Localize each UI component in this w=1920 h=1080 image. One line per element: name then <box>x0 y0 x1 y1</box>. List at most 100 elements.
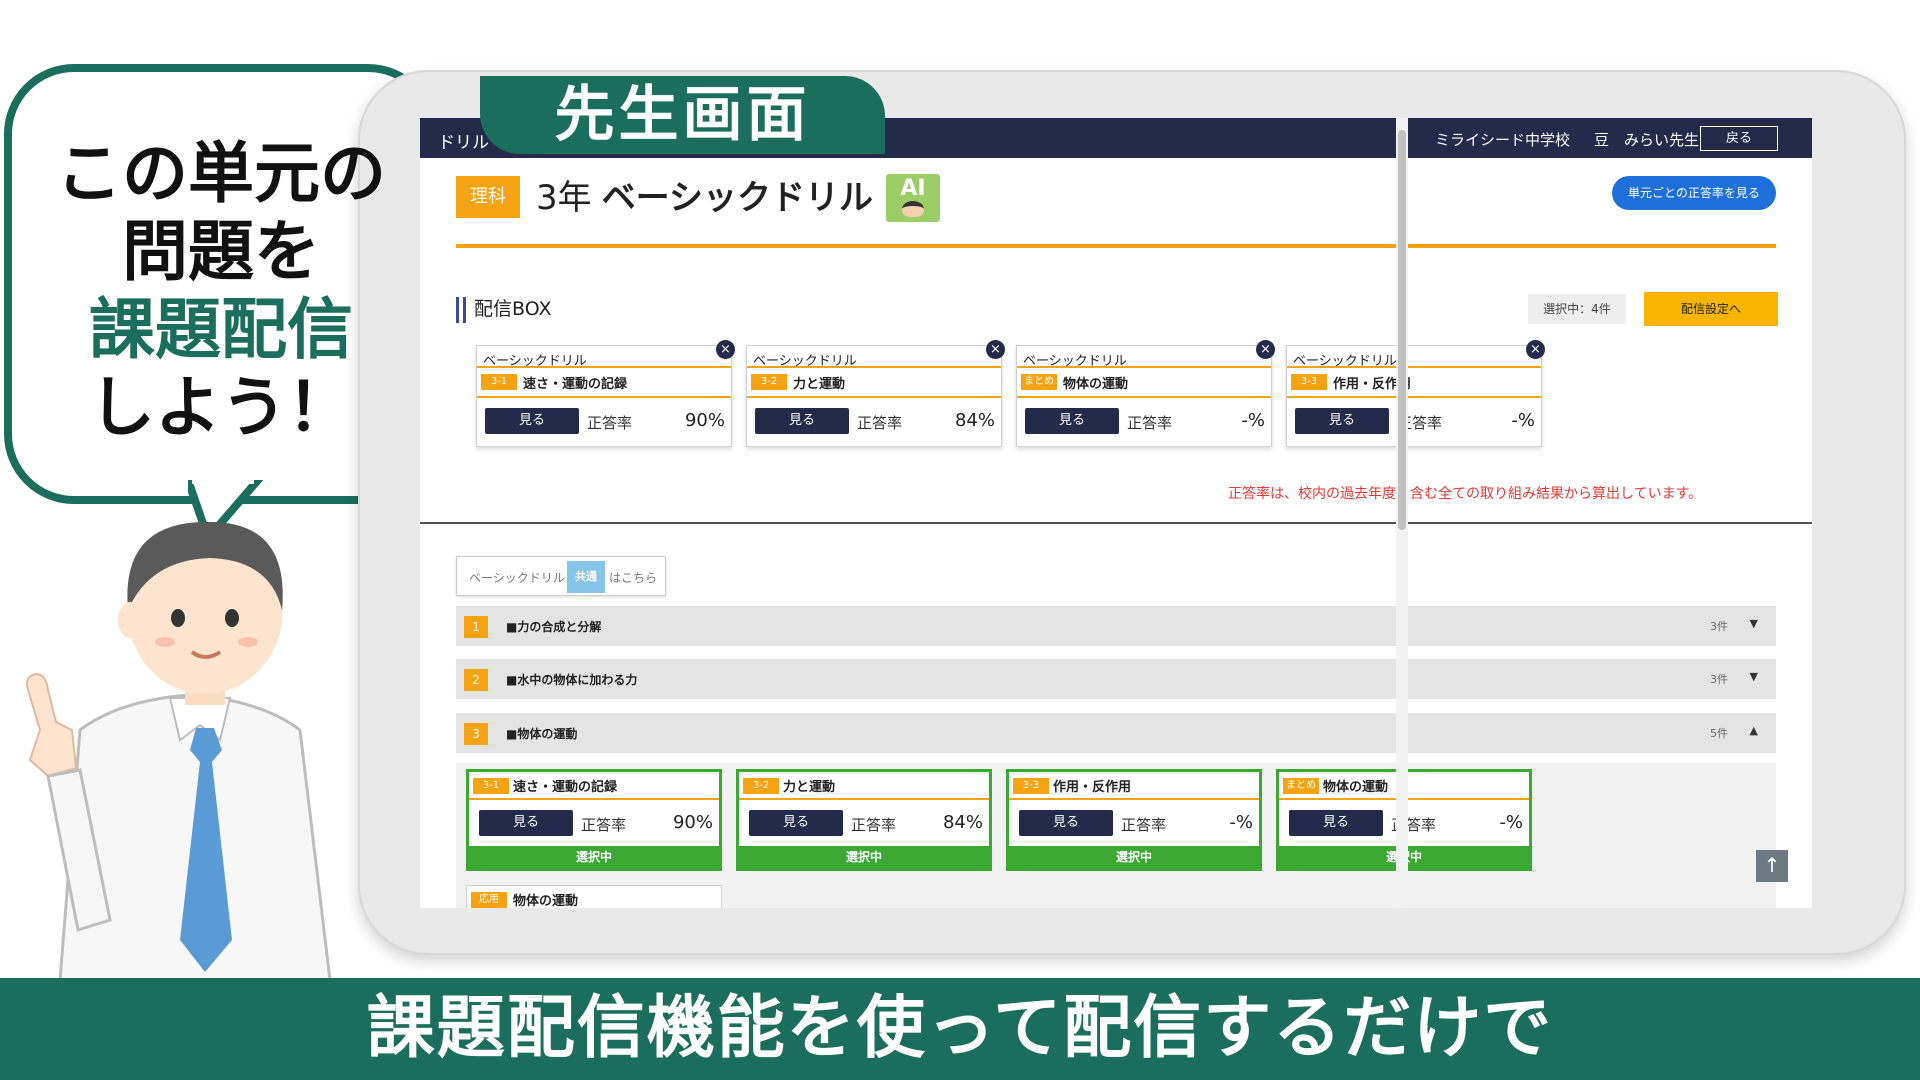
view-button[interactable]: 見る <box>755 408 849 434</box>
selected-card[interactable]: 3-2 力と運動 見る 正答率 84% 選択中 <box>736 769 992 871</box>
close-icon[interactable]: × <box>986 340 1005 359</box>
chevron-up-icon: ▲ <box>1749 724 1758 737</box>
divider <box>456 244 1776 248</box>
common-badge: 共通 <box>567 561 605 593</box>
rate-note: 正答率は、校内の過去年度を含む全ての取り組み結果から算出しています。 <box>1228 486 1703 502</box>
card-number: 応用 <box>471 892 507 908</box>
section-index: 2 <box>464 669 488 691</box>
card-title: 物体の運動 <box>1063 377 1129 392</box>
rate-value: -% <box>1499 812 1523 833</box>
rate-label: 正答率 <box>581 816 627 834</box>
rate-value: 84% <box>954 410 995 431</box>
selected-label: 選択中 <box>469 846 719 868</box>
box-card: ベーシックドリル × 3-1 速さ・運動の記録 見る 正答率 90% <box>476 340 735 447</box>
teacher-illustration <box>26 521 332 980</box>
view-button[interactable]: 見る <box>1019 810 1113 836</box>
view-button[interactable]: 見る <box>479 810 573 836</box>
subject-badge: 理科 <box>456 176 520 218</box>
section-title: ■物体の運動 <box>506 727 578 741</box>
rate-value: -% <box>1229 812 1253 833</box>
box-card: ベーシックドリル × まとめ 物体の運動 見る 正答率 -% <box>1016 340 1275 447</box>
scroll-top-icon[interactable]: ↑ <box>1756 850 1788 882</box>
box-card: ベーシックドリル × 3-2 力と運動 見る 正答率 84% <box>746 340 1005 447</box>
robot-face-icon <box>902 201 924 217</box>
delivery-settings-button[interactable]: 配信設定へ <box>1644 292 1778 326</box>
rate-label: 正答率 <box>1127 414 1173 432</box>
card-number: 3-1 <box>481 374 517 390</box>
card-number: 3-2 <box>743 778 779 794</box>
card-title: 力と運動 <box>793 377 846 392</box>
view-button[interactable]: 見る <box>485 408 579 434</box>
rate-value: -% <box>1241 410 1265 431</box>
rate-label: 正答率 <box>857 414 903 432</box>
card-title: 作用・反作用 <box>1053 780 1132 795</box>
card-number: 3-1 <box>473 778 509 794</box>
rate-value: 90% <box>672 812 713 833</box>
rate-label: 正答率 <box>851 816 897 834</box>
rate-label: 正答率 <box>1121 816 1167 834</box>
card-title: 速さ・運動の記録 <box>523 377 628 392</box>
rate-value: 84% <box>942 812 983 833</box>
card-number: まとめ <box>1283 778 1319 794</box>
bubble-line: この単元の <box>56 135 386 212</box>
app-screen: ドリル ミライシード中学校 豆 みらい先生 戻る 理科 3年 ベーシックドリル A… <box>420 118 1812 908</box>
ai-badge: AI <box>886 174 940 222</box>
card-title: 力と運動 <box>783 780 836 795</box>
scrollbar[interactable] <box>1396 118 1408 908</box>
close-icon[interactable]: × <box>716 340 735 359</box>
section-count: 5件 <box>1710 727 1728 740</box>
selected-label: 選択中 <box>1009 846 1259 868</box>
school-name: ミライシード中学校 <box>1435 131 1571 149</box>
chevron-down-icon: ▼ <box>1749 617 1758 630</box>
drill-card[interactable]: 応用 物体の運動 <box>466 885 722 908</box>
view-button[interactable]: 見る <box>1025 408 1119 434</box>
teacher-name: みらい先生 <box>1624 131 1700 149</box>
unit-rate-button[interactable]: 単元ごとの正答率を見る <box>1612 176 1776 210</box>
close-icon[interactable]: × <box>1526 340 1545 359</box>
close-icon[interactable]: × <box>1256 340 1275 359</box>
section-index: 3 <box>464 723 488 745</box>
teacher-screen-label: 先生画面 <box>480 76 885 154</box>
grade-label: 3年 <box>536 178 592 218</box>
bubble-line: しよう！ <box>89 369 353 446</box>
section-index: 1 <box>464 616 488 638</box>
section-count: 3件 <box>1710 620 1728 633</box>
selected-label: 選択中 <box>739 846 989 868</box>
section-header[interactable]: 2 ■水中の物体に加わる力 3件 ▼ <box>456 659 1776 699</box>
view-button[interactable]: 見る <box>1289 810 1383 836</box>
bubble-line: 問題を <box>122 213 320 290</box>
section-header[interactable]: 1 ■力の合成と分解 3件 ▼ <box>456 606 1776 646</box>
card-title: 物体の運動 <box>513 894 579 908</box>
section-title: ■水中の物体に加わる力 <box>506 673 638 687</box>
divider <box>420 522 1812 524</box>
back-button[interactable]: 戻る <box>1700 126 1778 151</box>
bubble-line-accent: 課題配信 <box>89 291 353 368</box>
selected-count: 選択中：4件 <box>1528 294 1626 324</box>
common-button-text: ベーシックドリル <box>469 571 565 585</box>
section-title: ■力の合成と分解 <box>506 620 602 634</box>
card-number: 3-3 <box>1013 778 1049 794</box>
rate-value: 90% <box>684 410 725 431</box>
section-header[interactable]: 3 ■物体の運動 5件 ▲ <box>456 713 1776 753</box>
ai-label: AI <box>900 176 926 201</box>
section-count: 3件 <box>1710 673 1728 686</box>
rate-value: -% <box>1511 410 1535 431</box>
view-button[interactable]: 見る <box>1295 408 1389 434</box>
card-number: 3-2 <box>751 374 787 390</box>
common-drill-button[interactable]: ベーシックドリル 共通 はこちら <box>456 556 666 596</box>
chevron-down-icon: ▼ <box>1749 670 1758 683</box>
selected-card[interactable]: 3-3 作用・反作用 見る 正答率 -% 選択中 <box>1006 769 1262 871</box>
page-title: 3年 ベーシックドリル <box>536 170 873 219</box>
delivery-box-title: 配信BOX <box>456 294 551 323</box>
rate-label: 正答率 <box>587 414 633 432</box>
view-button[interactable]: 見る <box>749 810 843 836</box>
card-number: 3-3 <box>1291 374 1327 390</box>
box-card: ベーシックドリル × 3-3 作用・反作用 見る 正答率 -% <box>1286 340 1545 447</box>
selected-card[interactable]: 3-1 速さ・運動の記録 見る 正答率 90% 選択中 <box>466 769 722 871</box>
bottom-banner: 課題配信機能を使って配信するだけで <box>0 978 1920 1080</box>
common-button-suffix: はこちら <box>609 571 658 585</box>
card-title: 物体の運動 <box>1323 780 1389 795</box>
delivery-box-label: 配信BOX <box>474 298 552 320</box>
bubble-message: この単元の 問題を 課題配信 しよう！ <box>4 135 438 447</box>
app-name: ドリル <box>438 133 489 153</box>
